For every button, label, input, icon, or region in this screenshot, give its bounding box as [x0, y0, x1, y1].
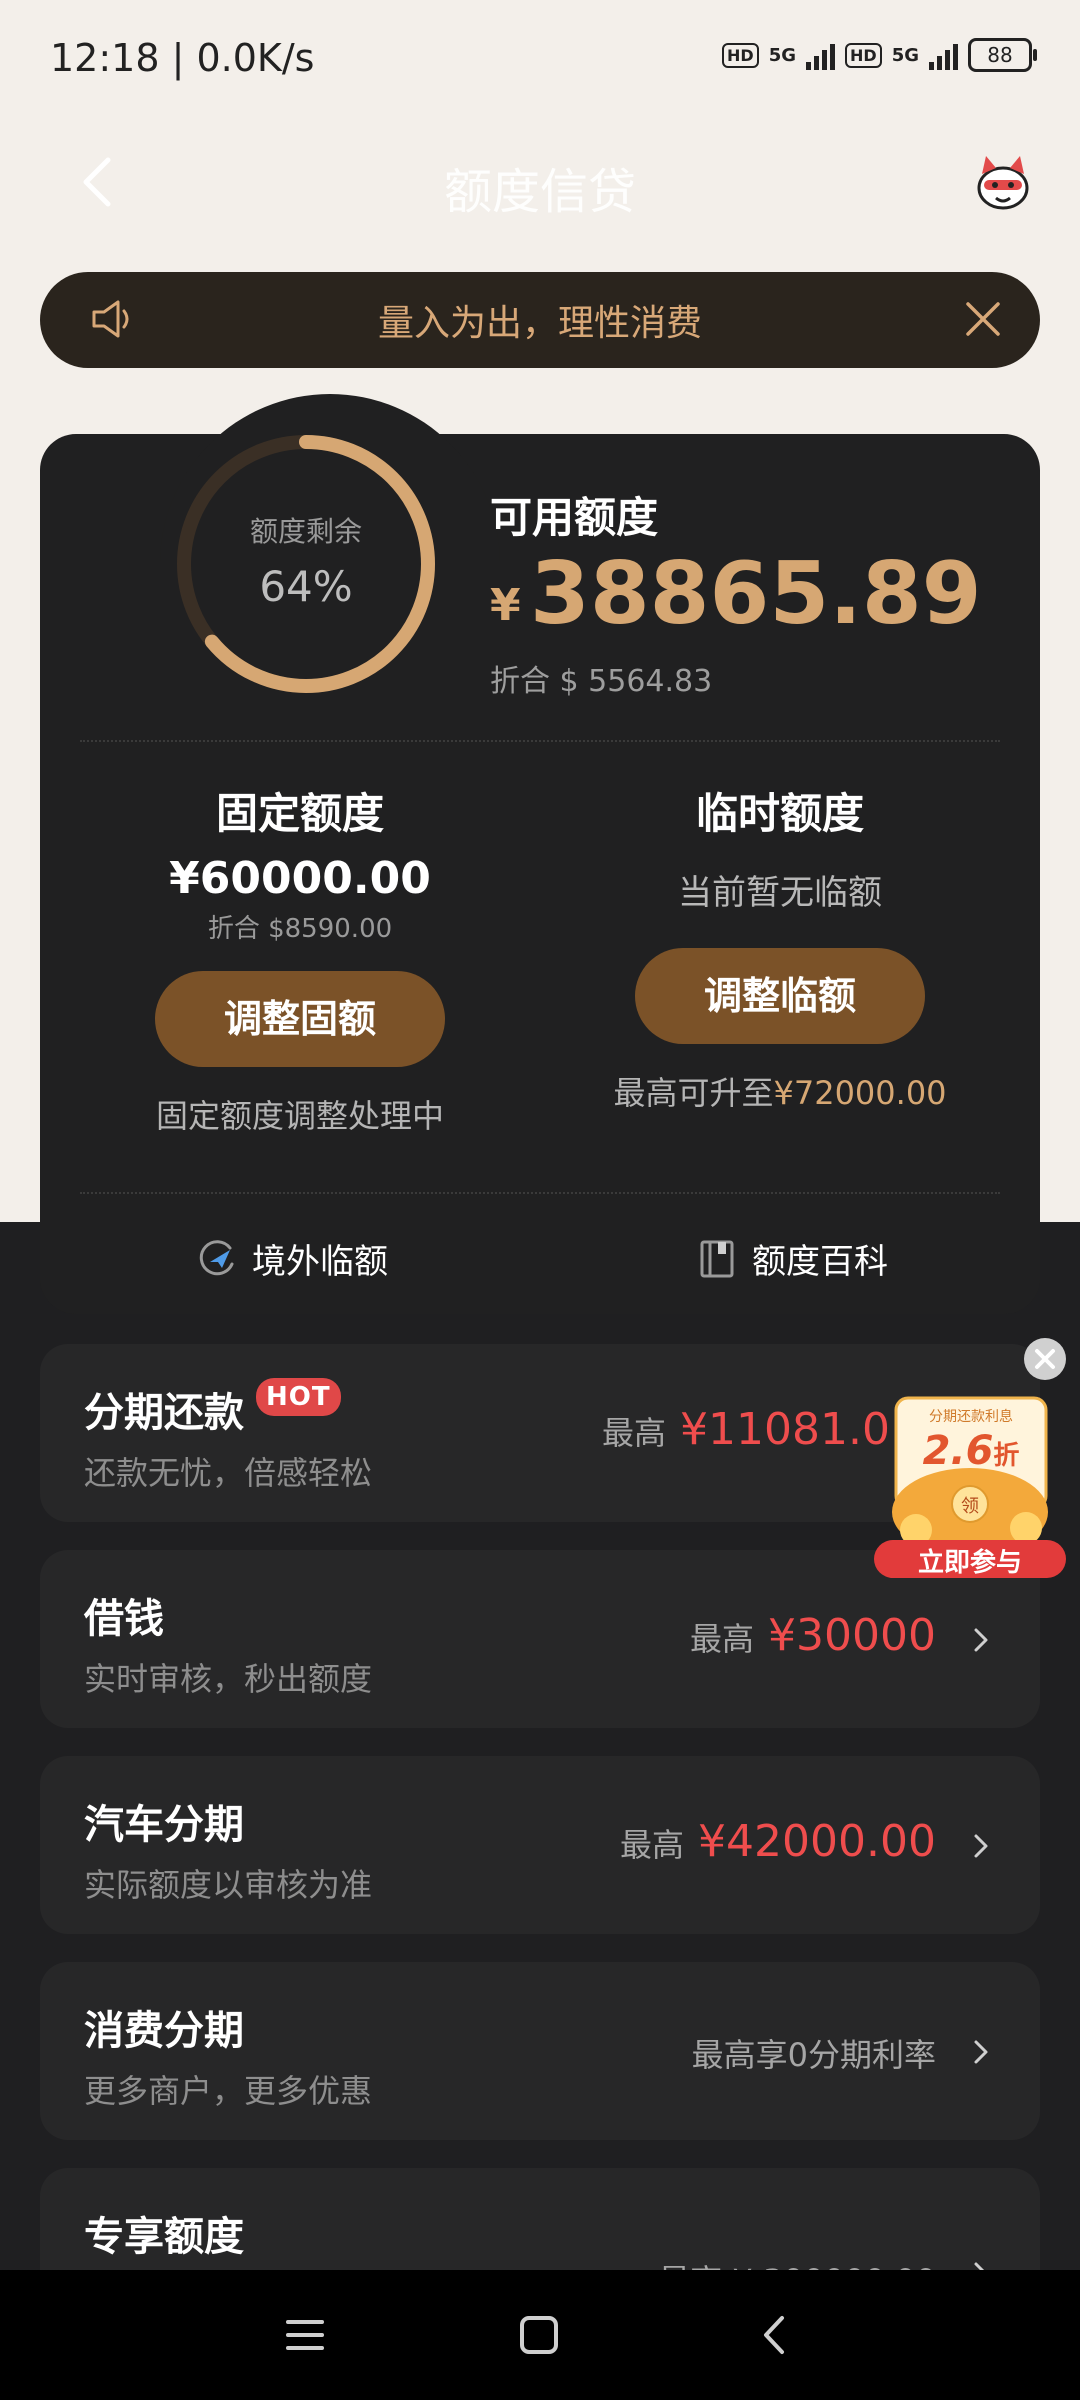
divider — [80, 1192, 1000, 1194]
car-installment-card[interactable]: 汽车分期 实际额度以审核为准 最高 ¥42000.00 — [40, 1756, 1040, 1934]
limit-encyclopedia-label: 额度百科 — [752, 1242, 888, 1282]
promo-top-text: 分期还款利息 — [929, 1409, 1013, 1425]
card-max-amount: 最高 ¥30000 — [690, 1610, 936, 1661]
max-label: 最高 — [620, 1826, 685, 1864]
card-subtitle: 更多商户，更多优惠 — [84, 2072, 373, 2110]
battery-icon: 88 — [968, 38, 1037, 72]
status-icons: HD 5G HD 5G 88 — [722, 38, 1037, 72]
card-title: 消费分期 — [84, 2008, 244, 2054]
temporary-limit-note: 当前暂无临额 — [678, 873, 882, 913]
mascot-service-icon[interactable] — [970, 148, 1036, 214]
nav-bar: 额度信贷 — [0, 130, 1080, 240]
promo-close-button[interactable] — [1024, 1338, 1066, 1380]
card-title: 专享额度 — [84, 2214, 244, 2260]
plane-clock-icon — [199, 1239, 234, 1275]
fixed-limit-status: 固定额度调整处理中 — [155, 1097, 444, 1135]
limit-encyclopedia-link[interactable]: 额度百科 — [696, 1234, 888, 1283]
promo-discount-value: 2.6 — [922, 1428, 994, 1474]
promo-coin-text: 领 — [961, 1496, 979, 1517]
available-limit-title: 可用额度 — [490, 493, 659, 542]
chevron-right-icon — [974, 2040, 988, 2064]
card-subtitle: 实时审核，秒出额度 — [84, 1660, 373, 1698]
home-icon[interactable] — [516, 2312, 562, 2358]
notice-banner: 量入为出，理性消费 — [40, 272, 1040, 368]
temporary-limit-max-value: ¥72000.00 — [773, 1074, 947, 1112]
book-icon — [700, 1240, 734, 1277]
divider — [80, 740, 1000, 742]
ring-value: 64% — [259, 562, 353, 611]
adjust-temporary-limit-button[interactable]: 调整临额 — [635, 948, 925, 1044]
temporary-limit-max-label: 最高可升至 — [613, 1074, 774, 1112]
overseas-temp-limit-label: 境外临额 — [252, 1242, 388, 1282]
signal-icon — [929, 40, 958, 70]
max-value: ¥30000 — [768, 1610, 936, 1661]
signal-icon — [806, 40, 836, 70]
fixed-limit-column: 固定额度 ¥60000.00 折合 $8590.00 调整固额 固定额度调整处理… — [70, 780, 530, 1137]
network-label: 5G — [768, 44, 797, 66]
card-subtitle: 实际额度以审核为准 — [84, 1866, 373, 1904]
card-title: 分期还款 — [84, 1390, 244, 1436]
notice-text: 量入为出，理性消费 — [377, 303, 702, 344]
max-value: ¥11081.0 — [680, 1404, 890, 1455]
card-max-amount: 最高享0分期利率 — [692, 2030, 936, 2076]
system-nav-bar — [0, 2270, 1080, 2400]
available-limit-amount: 38865.89 — [530, 544, 982, 644]
close-icon[interactable] — [960, 296, 1006, 342]
ring-label: 额度剩余 — [249, 515, 362, 548]
fixed-limit-value: ¥60000.00 — [169, 853, 431, 904]
promo-discount-unit: 折 — [993, 1441, 1020, 1471]
card-subtitle: 还款无忧，倍感轻松 — [84, 1454, 373, 1492]
promo-float-banner[interactable]: 分期还款利息 2.6折 领 立即参与 — [870, 1392, 1070, 1582]
card-max-amount: 最高 ¥42000.00 — [620, 1816, 936, 1867]
card-max-amount: 最高 ¥11081.0 — [602, 1404, 890, 1455]
card-title: 借钱 — [84, 1596, 164, 1642]
max-value: ¥42000.00 — [698, 1816, 936, 1867]
network-label: 5G — [891, 44, 919, 66]
card-title: 汽车分期 — [84, 1802, 244, 1848]
chevron-right-icon — [974, 1628, 988, 1652]
fixed-limit-title: 固定额度 — [215, 789, 384, 838]
fixed-limit-usd: 折合 $8590.00 — [207, 914, 393, 944]
temporary-limit-column: 临时额度 当前暂无临额 调整临额 最高可升至¥72000.00 — [550, 780, 1010, 1114]
temporary-limit-max: 最高可升至¥72000.00 — [550, 1068, 1010, 1114]
page-title: 额度信贷 — [443, 164, 636, 220]
promo-join-button[interactable]: 立即参与 — [874, 1542, 1066, 1579]
back-icon[interactable] — [752, 2312, 798, 2358]
adjust-fixed-limit-button[interactable]: 调整固额 — [155, 971, 445, 1067]
available-limit-usd: 折合 $ 5564.83 — [490, 664, 713, 699]
promo-discount: 2.6折 — [896, 1428, 1046, 1474]
max-label: 最高享0分期利率 — [691, 2036, 936, 2074]
max-label: 最高 — [690, 1620, 755, 1658]
close-icon — [1035, 1349, 1055, 1369]
overseas-temp-limit-link[interactable]: 境外临额 — [196, 1234, 388, 1283]
chevron-right-icon — [974, 1834, 988, 1858]
currency-symbol: ¥ — [490, 580, 521, 631]
hot-badge: HOT — [256, 1378, 341, 1416]
status-time: 12:18 | 0.0K/s — [50, 36, 315, 80]
menu-icon[interactable] — [282, 2312, 328, 2358]
hd-badge: HD — [845, 42, 882, 68]
hd-badge: HD — [722, 42, 759, 68]
temporary-limit-title: 临时额度 — [695, 789, 864, 838]
max-label: 最高 — [602, 1414, 667, 1452]
credit-limit-card: 额度剩余 64% 可用额度 ¥ 38865.89 折合 $ 5564.83 固定… — [40, 394, 1040, 1314]
consumer-installment-card[interactable]: 消费分期 更多商户，更多优惠 最高享0分期利率 — [40, 1962, 1040, 2140]
status-bar: 12:18 | 0.0K/s HD 5G HD 5G 88 — [0, 0, 1080, 120]
